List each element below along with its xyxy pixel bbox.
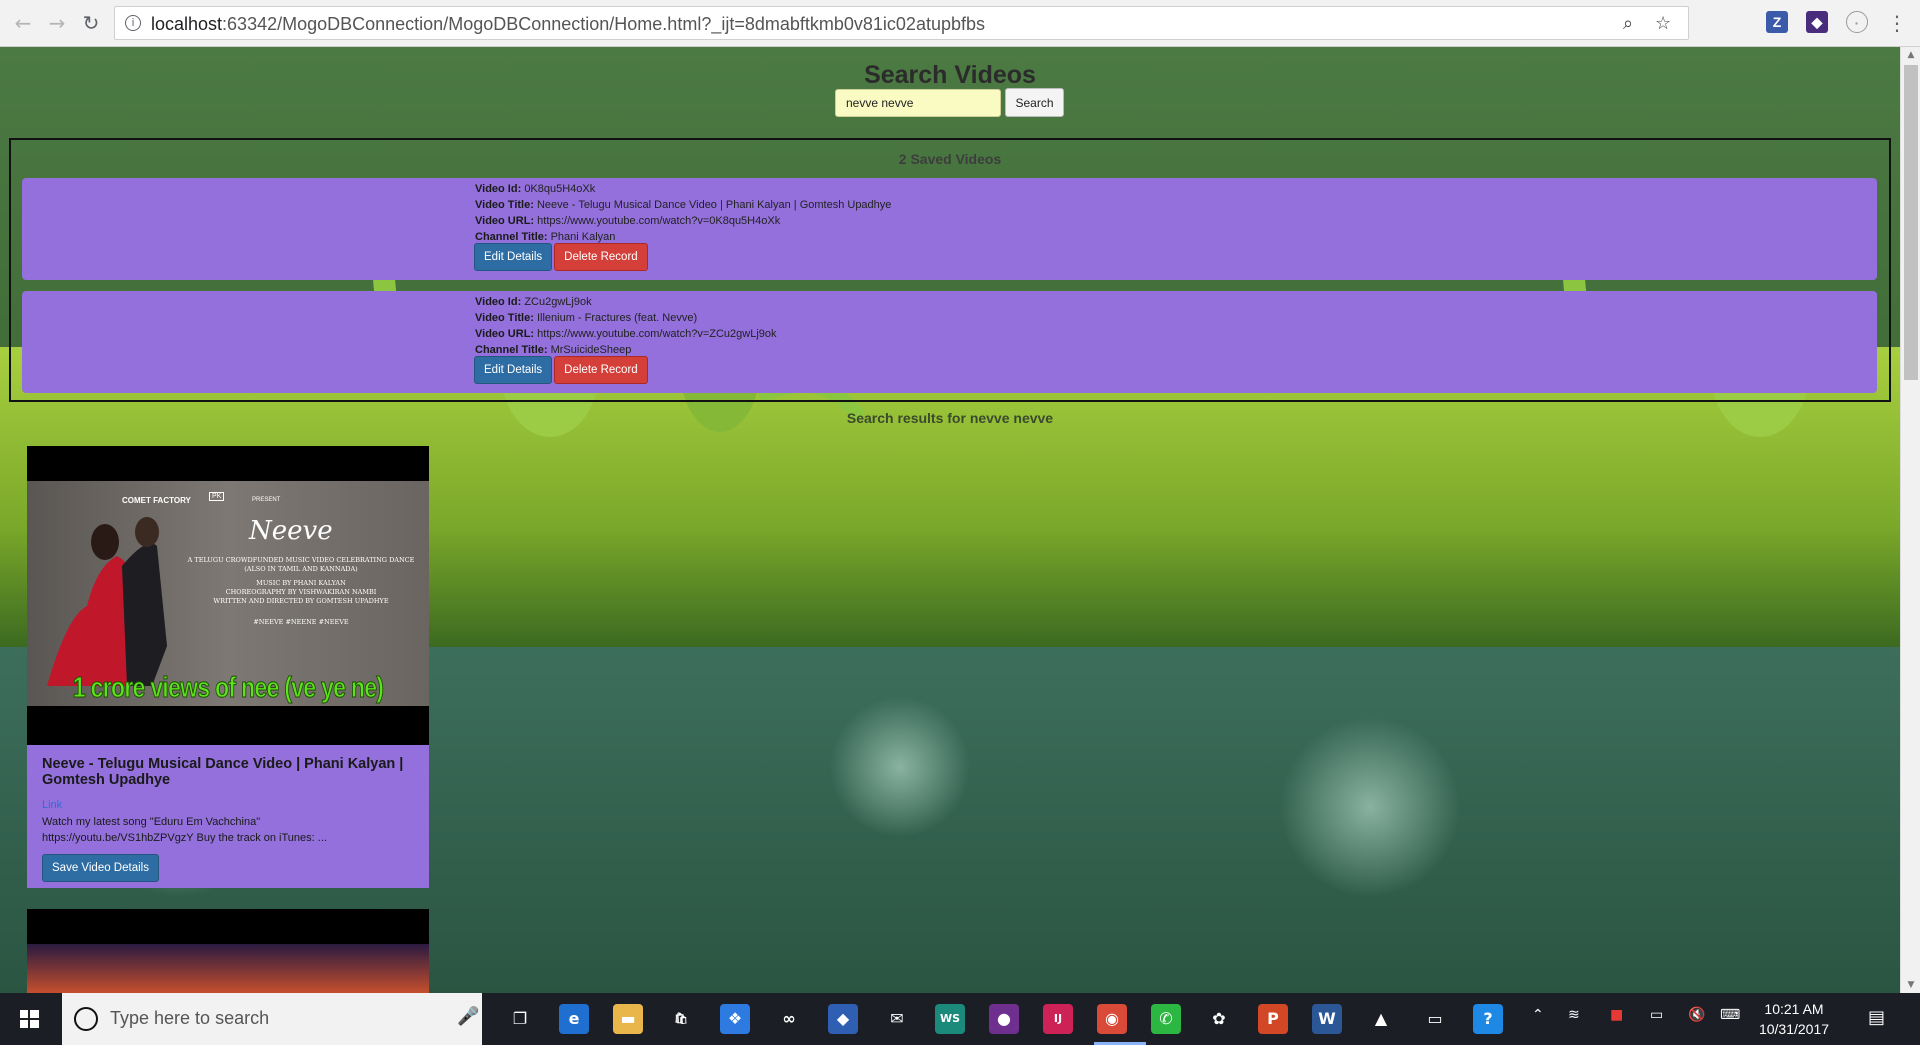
windows-logo-icon	[20, 1010, 39, 1028]
store-icon[interactable]: 🛍	[666, 1004, 696, 1034]
back-arrow-icon[interactable]: ←	[10, 10, 36, 36]
saved-videos-panel: 2 Saved Videos Video Id: 0K8qu5H4oXk Vid…	[9, 138, 1891, 402]
video-thumbnail[interactable]: COMET FACTORY PK PRESENT Neeve A TELUGU …	[27, 446, 429, 745]
video-id-row: Video Id: ZCu2gwLj9ok	[475, 296, 592, 308]
scroll-up-arrow-icon[interactable]: ▲	[1901, 47, 1920, 63]
video-id-row: Video Id: 0K8qu5H4oXk	[475, 183, 596, 195]
search-result-card: COMET FACTORY PK PRESENT Neeve A TELUGU …	[27, 446, 429, 888]
video-title-row: Video Title: Illenium - Fractures (feat.…	[475, 312, 698, 324]
video-title-row: Video Title: Neeve - Telugu Musical Danc…	[475, 199, 892, 211]
saved-video-info: Video Id: 0K8qu5H4oXk Video Title: Neeve…	[475, 181, 891, 245]
notification-center-icon[interactable]: ▤	[1868, 1007, 1885, 1028]
zoom-icon[interactable]: ⌕	[1623, 13, 1633, 34]
file-explorer-icon[interactable]: ▬	[613, 1004, 643, 1034]
whatsapp-icon[interactable]: ✆	[1151, 1004, 1181, 1034]
task-view-icon[interactable]: ❐	[505, 1004, 535, 1034]
menu-icon[interactable]: ⋮	[1884, 10, 1910, 36]
delete-record-button[interactable]: Delete Record	[554, 356, 648, 384]
star-icon[interactable]: ☆	[1655, 13, 1671, 34]
search-button[interactable]: Search	[1005, 88, 1064, 117]
start-button[interactable]	[0, 993, 60, 1045]
thumb-brand: COMET FACTORY	[122, 496, 191, 505]
video-thumbnail[interactable]	[27, 909, 429, 993]
reload-icon[interactable]: ↻	[78, 10, 104, 36]
dropbox-icon[interactable]: ❖	[720, 1004, 750, 1034]
zotero-extension-icon[interactable]: Z	[1766, 11, 1788, 33]
webstorm-icon[interactable]: WS	[935, 1004, 965, 1034]
chrome-icon[interactable]: ◉	[1097, 1004, 1127, 1034]
result-description: Watch my latest song "Eduru Em Vachchina…	[42, 816, 327, 844]
delete-record-button[interactable]: Delete Record	[554, 243, 648, 271]
github-icon[interactable]: ●	[989, 1004, 1019, 1034]
browser-toolbar: ← → ↻ i localhost:63342/MogoDBConnection…	[0, 0, 1920, 47]
paint-app-icon[interactable]: ✿	[1204, 1004, 1234, 1034]
help-icon[interactable]: ?	[1473, 1004, 1503, 1034]
saved-videos-heading: 2 Saved Videos	[898, 151, 1002, 167]
address-bar[interactable]: i localhost:63342/MogoDBConnection/MogoD…	[114, 6, 1689, 40]
page-title: Search Videos	[864, 61, 1036, 89]
search-input[interactable]	[835, 89, 1001, 117]
word-icon[interactable]: W	[1312, 1004, 1342, 1034]
gift-icon[interactable]: ■	[1610, 1007, 1623, 1023]
thumb-credits: A TELUGU CROWDFUNDED MUSIC VIDEO CELEBRA…	[187, 556, 415, 626]
scrollbar-thumb[interactable]	[1904, 65, 1918, 380]
volume-muted-icon[interactable]: 🔇	[1688, 1007, 1705, 1023]
connect-icon[interactable]: ▭	[1420, 1004, 1450, 1034]
edit-details-button[interactable]: Edit Details	[474, 356, 553, 384]
page-viewport: Search Videos Search 2 Saved Videos Vide…	[0, 47, 1900, 993]
extension-circle-icon[interactable]: ·	[1846, 11, 1868, 33]
battery-icon[interactable]: ▭	[1650, 1007, 1663, 1023]
video-url-row: Video URL: https://www.youtube.com/watch…	[475, 215, 781, 227]
result-title: Neeve - Telugu Musical Dance Video | Pha…	[42, 756, 404, 788]
wifi-icon[interactable]: ≋	[1568, 1007, 1580, 1023]
saved-video-info: Video Id: ZCu2gwLj9ok Video Title: Illen…	[475, 294, 777, 358]
thumb-banner: 1 crore views of nee (ve ye ne)	[72, 672, 384, 705]
thumb-present: PRESENT	[252, 497, 281, 503]
cortana-icon	[74, 1007, 98, 1031]
thumb-script-title: Neeve	[249, 516, 333, 546]
search-results-heading: Search results for nevve nevve	[846, 410, 1054, 426]
forward-arrow-icon[interactable]: →	[44, 10, 70, 36]
photos-icon[interactable]: ▲	[1366, 1004, 1396, 1034]
extension-icon[interactable]: ◆	[1806, 11, 1828, 33]
edit-details-button[interactable]: Edit Details	[474, 243, 553, 271]
chevron-up-icon[interactable]: ⌃	[1532, 1007, 1544, 1023]
edge-icon[interactable]: e	[559, 1004, 589, 1034]
url-text[interactable]: localhost:63342/MogoDBConnection/MogoDBC…	[151, 14, 985, 35]
powerpoint-icon[interactable]: P	[1258, 1004, 1288, 1034]
result-link[interactable]: Link	[42, 799, 62, 811]
infinity-app-icon[interactable]: ∞	[774, 1004, 804, 1034]
video-url-row: Video URL: https://www.youtube.com/watch…	[475, 328, 777, 340]
taskbar-search-placeholder: Type here to search	[110, 1008, 270, 1028]
sourcetree-icon[interactable]: ◆	[828, 1004, 858, 1034]
taskbar-clock[interactable]: 10:21 AM 10/31/2017	[1754, 999, 1834, 1039]
thumbnail-image	[27, 909, 429, 993]
intellij-icon[interactable]: IJ	[1043, 1004, 1073, 1034]
taskbar-search-box[interactable]: Type here to search 🎤	[62, 993, 482, 1045]
keyboard-icon[interactable]: ⌨	[1720, 1007, 1740, 1023]
info-icon[interactable]: i	[125, 15, 141, 31]
mail-icon[interactable]: ✉	[882, 1004, 912, 1034]
thumb-logo: PK	[209, 492, 225, 501]
windows-taskbar: Type here to search 🎤 ❐ e ▬ 🛍 ❖ ∞ ◆ ✉ WS ● IJ ◉ ✆ ✿ P W…	[0, 993, 1920, 1045]
search-result-card	[27, 909, 429, 993]
microphone-icon[interactable]: 🎤	[457, 1006, 479, 1027]
saved-video-card: Video Id: ZCu2gwLj9ok Video Title: Illen…	[22, 291, 1877, 393]
saved-video-card: Video Id: 0K8qu5H4oXk Video Title: Neeve…	[22, 178, 1877, 280]
scroll-down-arrow-icon[interactable]: ▼	[1901, 977, 1920, 993]
save-video-details-button[interactable]: Save Video Details	[42, 854, 159, 882]
page-scrollbar[interactable]: ▲ ▼	[1900, 47, 1920, 993]
